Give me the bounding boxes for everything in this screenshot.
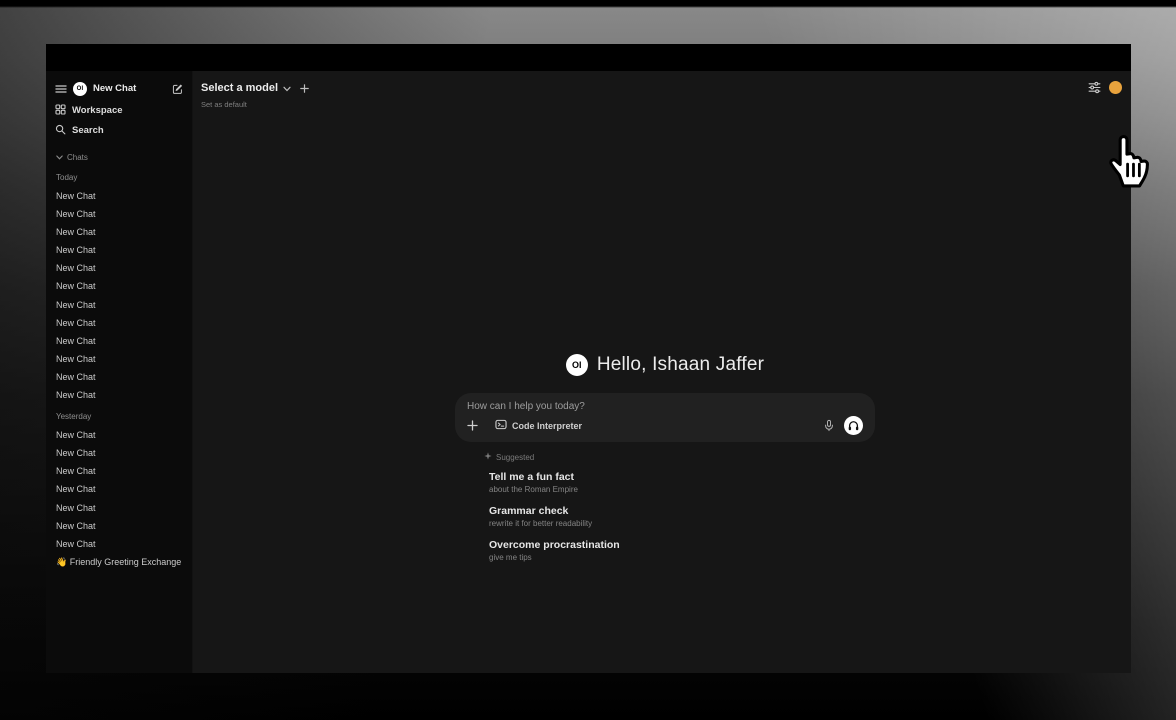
code-interpreter-icon [495, 417, 507, 435]
attach-plus-icon[interactable] [467, 420, 478, 431]
suggestion-item[interactable]: Overcome procrastination give me tips [489, 539, 875, 562]
chat-list-item[interactable]: New Chat [46, 296, 192, 314]
sidebar-app-title: New Chat [93, 83, 165, 94]
chat-list-item[interactable]: New Chat [46, 241, 192, 259]
chat-list-item[interactable]: New Chat [46, 462, 192, 480]
welcome-panel: OI Hello, Ishaan Jaffer How can I help y… [455, 354, 875, 573]
chat-group-today: Today New Chat New Chat New Chat New Cha… [46, 171, 192, 404]
greeting-text: Hello, Ishaan Jaffer [597, 354, 764, 376]
code-interpreter-toggle[interactable]: Code Interpreter [495, 417, 582, 435]
chat-list-item[interactable]: New Chat [46, 386, 192, 404]
chat-list-item[interactable]: New Chat [46, 187, 192, 205]
chat-list-item[interactable]: New Chat [46, 444, 192, 462]
chat-list-item[interactable]: New Chat [46, 535, 192, 553]
window-titlebar [46, 44, 1131, 71]
chat-list-item[interactable]: New Chat [46, 480, 192, 498]
suggestion-title: Grammar check [489, 505, 875, 517]
chat-list-item[interactable]: New Chat [46, 223, 192, 241]
sidebar: OI New Chat Workspace Searc [46, 71, 193, 673]
chat-list: New Chat New Chat New Chat New Chat New … [46, 426, 192, 571]
chat-list-item[interactable]: New Chat [46, 350, 192, 368]
controls-sliders-icon[interactable] [1088, 81, 1101, 94]
chat-group-label: Today [46, 171, 192, 185]
chat-list-item[interactable]: New Chat [46, 368, 192, 386]
sidebar-item-workspace[interactable]: Workspace [46, 100, 192, 121]
set-default-button[interactable]: Set as default [201, 100, 1088, 109]
sidebar-toggle-icon[interactable] [55, 83, 67, 95]
add-model-icon[interactable] [300, 84, 309, 93]
sidebar-item-label: Workspace [72, 105, 123, 116]
message-input[interactable]: How can I help you today? [467, 401, 863, 412]
chat-list-item[interactable]: New Chat [46, 277, 192, 295]
chats-section-toggle[interactable]: Chats [46, 150, 192, 164]
suggestion-subtitle: give me tips [489, 553, 875, 562]
desktop-wallpaper: OI New Chat Workspace Searc [0, 0, 1176, 720]
chats-section-label: Chats [67, 153, 88, 162]
sidebar-header: OI New Chat [46, 78, 192, 99]
sidebar-item-search[interactable]: Search [46, 121, 192, 140]
main-header: Select a model Set as default [193, 71, 1131, 109]
app-window: OI New Chat Workspace Searc [46, 44, 1131, 673]
new-chat-icon[interactable] [171, 83, 183, 95]
suggestions-list: Tell me a fun fact about the Roman Empir… [455, 471, 875, 562]
chat-list-item[interactable]: New Chat [46, 259, 192, 277]
chevron-down-icon [56, 153, 63, 162]
composer-controls: Code Interpreter [467, 416, 863, 435]
model-selector-label: Select a model [201, 82, 278, 94]
suggestion-item[interactable]: Tell me a fun fact about the Roman Empir… [489, 471, 875, 494]
chat-list-item[interactable]: New Chat [46, 332, 192, 350]
chat-list-item[interactable]: New Chat [46, 314, 192, 332]
chat-list-item[interactable]: New Chat [46, 499, 192, 517]
app-logo: OI [73, 82, 87, 96]
chat-group-label: Yesterday [46, 410, 192, 424]
chevron-down-icon [283, 79, 291, 97]
sidebar-item-label: Search [72, 125, 104, 136]
search-icon [55, 122, 66, 140]
suggested-label: Suggested [496, 453, 534, 462]
suggestion-title: Tell me a fun fact [489, 471, 875, 483]
chat-list-item[interactable]: 👋 Friendly Greeting Exchange [46, 553, 192, 571]
chat-list: New Chat New Chat New Chat New Chat New … [46, 187, 192, 404]
suggestion-subtitle: about the Roman Empire [489, 485, 875, 494]
suggestion-subtitle: rewrite it for better readability [489, 519, 875, 528]
suggestion-title: Overcome procrastination [489, 539, 875, 551]
microphone-icon[interactable] [823, 418, 835, 433]
code-interpreter-label: Code Interpreter [512, 421, 582, 431]
message-composer: How can I help you today? Code Interpret… [455, 393, 875, 442]
sparkle-icon [484, 452, 492, 462]
suggestion-item[interactable]: Grammar check rewrite it for better read… [489, 505, 875, 528]
suggested-header: Suggested [484, 452, 875, 462]
workspace-grid-icon [55, 102, 66, 120]
chat-list-item[interactable]: New Chat [46, 517, 192, 535]
chat-list-item[interactable]: New Chat [46, 205, 192, 223]
app-logo: OI [566, 354, 588, 376]
voice-call-button[interactable] [844, 416, 863, 435]
model-selector[interactable]: Select a model [201, 79, 1088, 97]
chat-list-item[interactable]: New Chat [46, 426, 192, 444]
chat-group-yesterday: Yesterday New Chat New Chat New Chat New… [46, 410, 192, 571]
greeting-row: OI Hello, Ishaan Jaffer [455, 354, 875, 376]
main-area: Select a model Set as default [193, 71, 1131, 673]
user-avatar[interactable] [1109, 81, 1122, 94]
